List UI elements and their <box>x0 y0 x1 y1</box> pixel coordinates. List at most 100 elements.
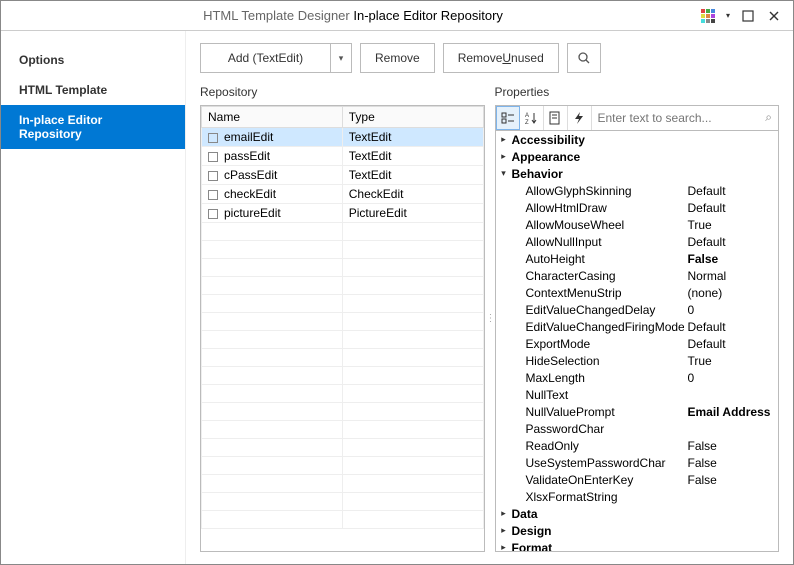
repo-row-empty[interactable] <box>202 493 484 511</box>
prop-row[interactable]: MaxLength0 <box>496 369 779 386</box>
repo-row-empty[interactable] <box>202 457 484 475</box>
events-button[interactable] <box>568 106 592 130</box>
prop-value[interactable]: False <box>684 252 777 266</box>
expand-icon[interactable]: ▸ <box>498 542 510 552</box>
add-dropdown[interactable]: ▾ <box>330 43 352 73</box>
repo-row-empty[interactable] <box>202 259 484 277</box>
repo-row-empty[interactable] <box>202 223 484 241</box>
collapse-icon[interactable]: ▾ <box>498 168 510 179</box>
prop-row[interactable]: ValidateOnEnterKeyFalse <box>496 471 779 488</box>
prop-category[interactable]: ▸Design <box>496 522 779 539</box>
expand-icon[interactable]: ▸ <box>498 525 510 536</box>
prop-category[interactable]: ▾Behavior <box>496 165 779 182</box>
repo-row-empty[interactable] <box>202 277 484 295</box>
repo-row-type: TextEdit <box>342 128 483 147</box>
search-button[interactable] <box>567 43 601 73</box>
prop-value[interactable]: False <box>684 439 777 453</box>
prop-row[interactable]: AllowNullInputDefault <box>496 233 779 250</box>
alphabetical-button[interactable]: AZ <box>520 106 544 130</box>
prop-row[interactable]: HideSelectionTrue <box>496 352 779 369</box>
prop-row[interactable]: XlsxFormatString <box>496 488 779 505</box>
prop-row[interactable]: NullText <box>496 386 779 403</box>
prop-value[interactable]: Default <box>684 201 777 215</box>
repo-row-empty[interactable] <box>202 439 484 457</box>
property-pages-button[interactable] <box>544 106 568 130</box>
repo-row-empty[interactable] <box>202 385 484 403</box>
prop-category[interactable]: ▸Format <box>496 539 779 552</box>
prop-row[interactable]: UseSystemPasswordCharFalse <box>496 454 779 471</box>
prop-value[interactable]: False <box>684 473 777 487</box>
repo-row[interactable]: passEditTextEdit <box>202 147 484 166</box>
prop-row[interactable]: AllowMouseWheelTrue <box>496 216 779 233</box>
repo-row-empty[interactable] <box>202 313 484 331</box>
prop-row[interactable]: AllowGlyphSkinningDefault <box>496 182 779 199</box>
prop-value[interactable]: 0 <box>684 303 777 317</box>
repo-row-empty[interactable] <box>202 367 484 385</box>
prop-row[interactable]: PasswordChar <box>496 420 779 437</box>
splitter[interactable]: ⋮ <box>485 85 495 552</box>
categorize-button[interactable] <box>496 106 520 130</box>
remove-unused-button[interactable]: Remove Unused <box>443 43 559 73</box>
prop-category[interactable]: ▸Data <box>496 505 779 522</box>
sidebar-item-options[interactable]: Options <box>1 45 185 75</box>
editor-type-icon <box>208 171 218 181</box>
prop-row[interactable]: ContextMenuStrip(none) <box>496 284 779 301</box>
repository-grid[interactable]: Name Type emailEditTextEditpassEditTextE… <box>200 105 485 552</box>
repo-row-empty[interactable] <box>202 475 484 493</box>
prop-row[interactable]: AllowHtmlDrawDefault <box>496 199 779 216</box>
prop-row[interactable]: AutoHeightFalse <box>496 250 779 267</box>
repo-col-name[interactable]: Name <box>202 107 343 128</box>
prop-row[interactable]: NullValuePromptEmail Address <box>496 403 779 420</box>
repo-row-empty[interactable] <box>202 511 484 529</box>
repo-row-empty[interactable] <box>202 403 484 421</box>
repo-row-empty[interactable] <box>202 349 484 367</box>
prop-value[interactable]: Default <box>684 235 777 249</box>
prop-row[interactable]: EditValueChangedFiringModeDefault <box>496 318 779 335</box>
expand-icon[interactable]: ▸ <box>498 151 510 162</box>
maximize-button[interactable] <box>737 5 759 27</box>
prop-value[interactable]: Email Address <box>684 405 777 419</box>
prop-row[interactable]: EditValueChangedDelay0 <box>496 301 779 318</box>
lightning-icon <box>572 111 586 125</box>
sidebar-item-in-place-editor-repository[interactable]: In-place Editor Repository <box>1 105 185 149</box>
repo-col-type[interactable]: Type <box>342 107 483 128</box>
prop-name: AutoHeight <box>524 252 684 266</box>
add-button[interactable]: Add (TextEdit) <box>200 43 330 73</box>
repo-row[interactable]: checkEditCheckEdit <box>202 185 484 204</box>
property-search: ⌕ <box>592 106 779 130</box>
color-picker-dropdown[interactable]: ▾ <box>723 5 733 27</box>
prop-value[interactable]: True <box>684 354 777 368</box>
window: HTML Template Designer In-place Editor R… <box>0 0 794 565</box>
repo-row-empty[interactable] <box>202 295 484 313</box>
prop-category-label: Appearance <box>510 150 777 164</box>
property-search-input[interactable] <box>592 106 779 130</box>
repo-row-empty[interactable] <box>202 331 484 349</box>
prop-category[interactable]: ▸Accessibility <box>496 131 779 148</box>
prop-value[interactable]: (none) <box>684 286 777 300</box>
prop-row[interactable]: ReadOnlyFalse <box>496 437 779 454</box>
remove-button[interactable]: Remove <box>360 43 435 73</box>
sidebar-item-html-template[interactable]: HTML Template <box>1 75 185 105</box>
repo-row-empty[interactable] <box>202 241 484 259</box>
repo-row[interactable]: cPassEditTextEdit <box>202 166 484 185</box>
prop-category[interactable]: ▸Appearance <box>496 148 779 165</box>
prop-value[interactable]: 0 <box>684 371 777 385</box>
prop-name: ReadOnly <box>524 439 684 453</box>
repo-row[interactable]: emailEditTextEdit <box>202 128 484 147</box>
property-grid[interactable]: ▸Accessibility▸Appearance▾BehaviorAllowG… <box>495 130 780 552</box>
prop-value[interactable]: True <box>684 218 777 232</box>
color-picker-button[interactable] <box>697 5 719 27</box>
close-button[interactable] <box>763 5 785 27</box>
repo-row-empty[interactable] <box>202 421 484 439</box>
prop-row[interactable]: ExportModeDefault <box>496 335 779 352</box>
prop-value[interactable]: Default <box>684 184 777 198</box>
repo-row[interactable]: pictureEditPictureEdit <box>202 204 484 223</box>
prop-value[interactable]: Default <box>684 320 777 334</box>
prop-row[interactable]: CharacterCasingNormal <box>496 267 779 284</box>
expand-icon[interactable]: ▸ <box>498 508 510 519</box>
prop-category-label: Data <box>510 507 777 521</box>
prop-value[interactable]: Default <box>684 337 777 351</box>
expand-icon[interactable]: ▸ <box>498 134 510 145</box>
prop-value[interactable]: False <box>684 456 777 470</box>
prop-value[interactable]: Normal <box>684 269 777 283</box>
